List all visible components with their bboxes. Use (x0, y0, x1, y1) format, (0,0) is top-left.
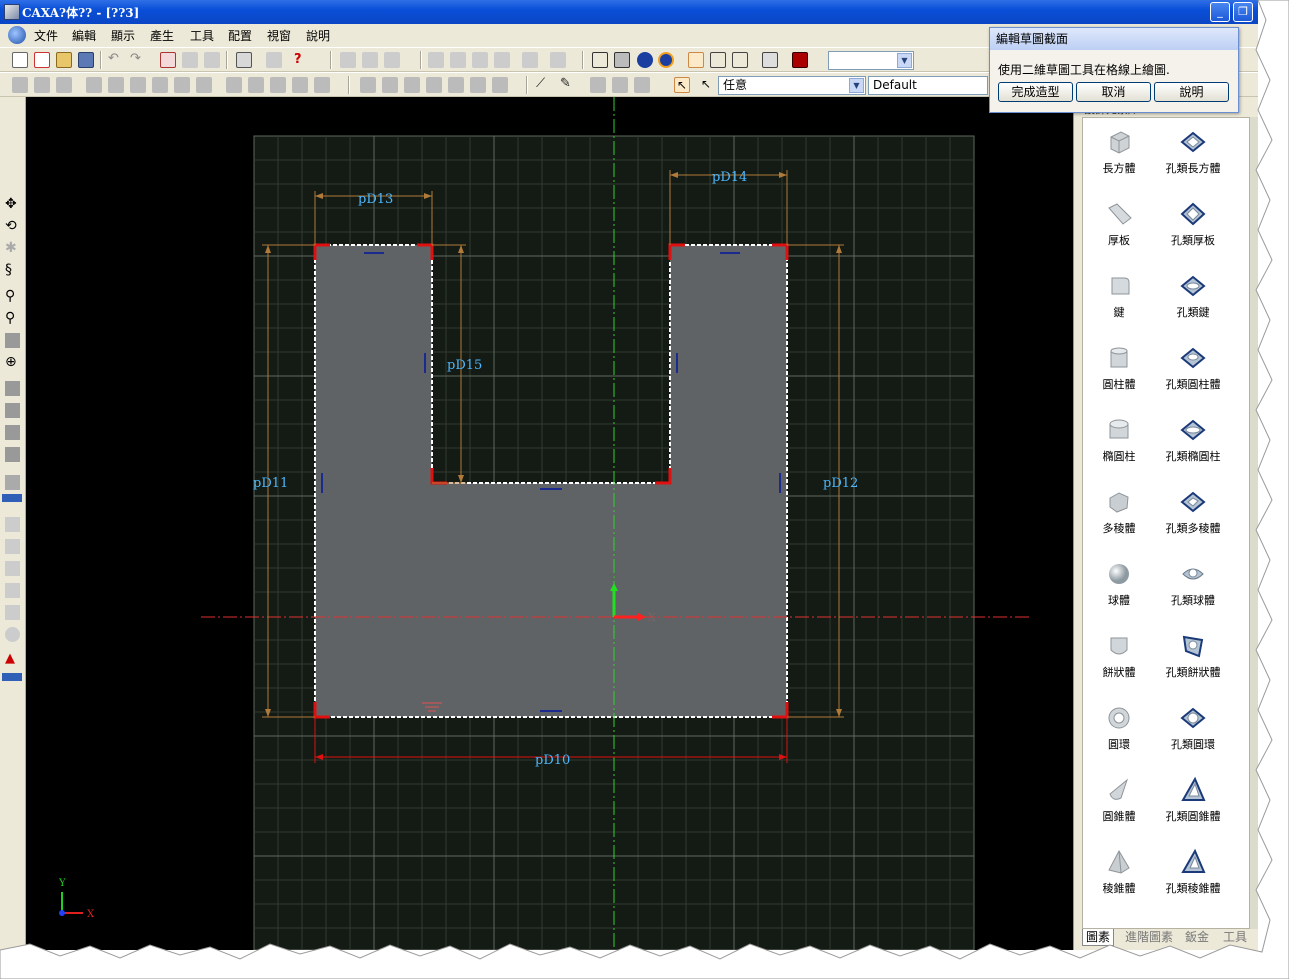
torn-edge-effect (0, 0, 1289, 979)
